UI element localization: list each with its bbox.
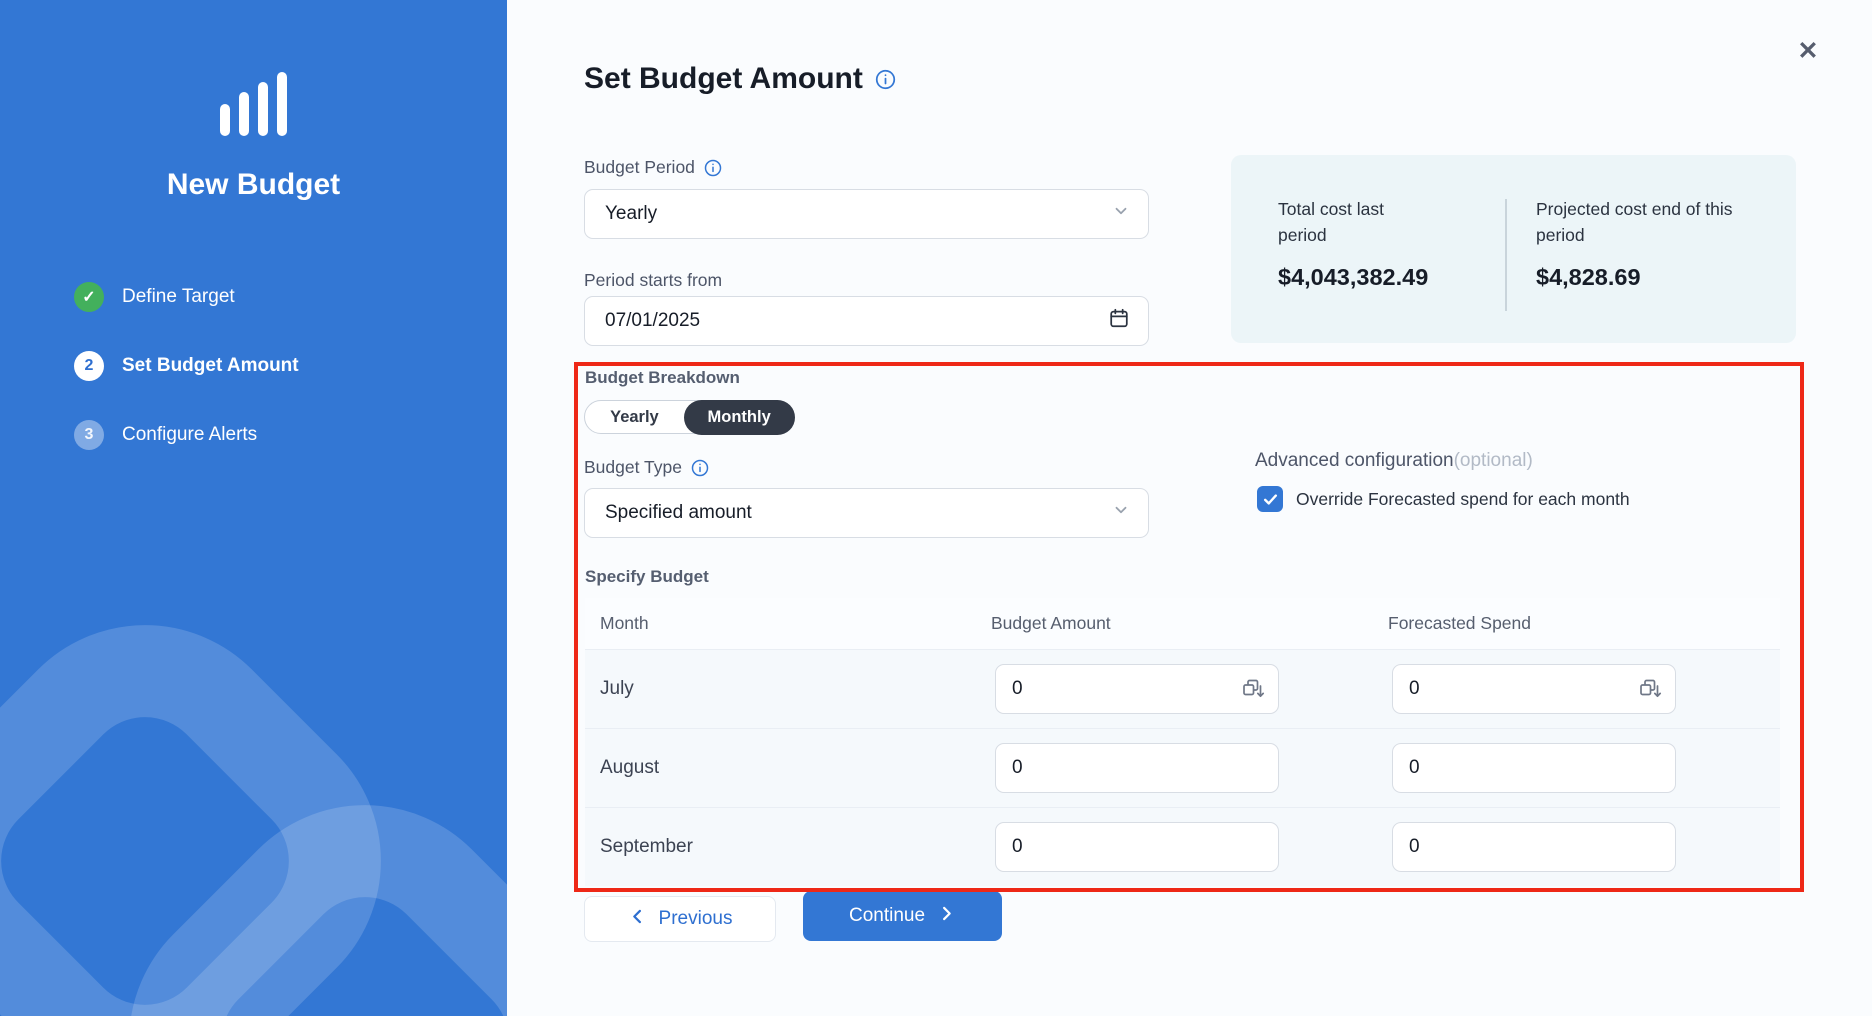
budget-type-label: Budget Type — [584, 457, 709, 478]
budget-type-label-text: Budget Type — [584, 457, 682, 478]
step-number-badge: 3 — [74, 420, 104, 450]
column-header-month: Month — [585, 613, 991, 634]
page-title: Set Budget Amount — [584, 62, 896, 96]
sidebar: New Budget ✓ Define Target 2 Set Budget … — [0, 0, 507, 1016]
info-icon[interactable] — [691, 459, 709, 477]
column-header-forecasted-spend: Forecasted Spend — [1388, 613, 1780, 634]
chevron-down-icon — [1112, 501, 1130, 525]
total-cost-block: Total cost last period $4,043,382.49 — [1278, 196, 1505, 343]
chevron-right-icon — [937, 904, 956, 929]
new-budget-dialog: New Budget ✓ Define Target 2 Set Budget … — [0, 0, 1872, 1016]
chevron-down-icon — [1112, 202, 1130, 226]
period-starts-label: Period starts from — [584, 270, 722, 291]
toggle-option-yearly[interactable]: Yearly — [585, 402, 684, 433]
forecasted-spend-input[interactable] — [1409, 757, 1662, 779]
budget-amount-input[interactable] — [1012, 757, 1265, 779]
forecasted-spend-field — [1392, 664, 1676, 714]
forecasted-spend-field — [1392, 743, 1676, 793]
page-title-text: Set Budget Amount — [584, 62, 863, 96]
chevron-left-icon — [628, 907, 647, 932]
copy-down-icon[interactable] — [1638, 677, 1662, 701]
step-done-check-icon: ✓ — [74, 282, 104, 312]
cost-summary-card: Total cost last period $4,043,382.49 Pro… — [1231, 155, 1796, 343]
step-set-budget-amount[interactable]: 2 Set Budget Amount — [74, 351, 299, 381]
advanced-configuration-label: Advanced configuration(optional) — [1255, 450, 1533, 472]
budget-period-label-text: Budget Period — [584, 157, 695, 178]
month-cell: September — [585, 836, 991, 858]
advanced-configuration-text: Advanced configuration — [1255, 450, 1454, 471]
period-starts-label-text: Period starts from — [584, 270, 722, 291]
previous-button[interactable]: Previous — [584, 896, 776, 942]
month-cell: August — [585, 757, 991, 779]
calendar-icon[interactable] — [1108, 307, 1130, 335]
previous-button-label: Previous — [659, 908, 733, 930]
specify-budget-table: Month Budget Amount Forecasted Spend Jul… — [585, 598, 1780, 886]
info-icon[interactable] — [875, 69, 896, 90]
budget-breakdown-toggle: Yearly Monthly — [584, 400, 794, 434]
budget-period-select[interactable]: Yearly — [584, 189, 1149, 239]
wizard-title: New Budget — [0, 168, 507, 202]
step-define-target[interactable]: ✓ Define Target — [74, 282, 299, 312]
projected-cost-label: Projected cost end of this period — [1536, 196, 1736, 248]
override-forecast-row: Override Forecasted spend for each month — [1257, 486, 1630, 512]
brand-watermark-icon — [0, 606, 507, 1016]
optional-text: (optional) — [1454, 450, 1533, 471]
month-cell: July — [585, 678, 991, 700]
forecasted-spend-field — [1392, 822, 1676, 872]
table-row: August — [585, 729, 1780, 808]
budget-amount-field — [995, 822, 1279, 872]
budget-type-value: Specified amount — [605, 502, 1112, 524]
column-header-budget-amount: Budget Amount — [991, 613, 1388, 634]
override-forecast-checkbox[interactable] — [1257, 486, 1283, 512]
budget-period-value: Yearly — [605, 203, 1112, 225]
projected-cost-value: $4,828.69 — [1536, 264, 1736, 291]
step-label: Configure Alerts — [122, 424, 257, 446]
table-header-row: Month Budget Amount Forecasted Spend — [585, 598, 1780, 650]
continue-button-label: Continue — [849, 905, 925, 927]
budget-amount-input[interactable] — [1012, 678, 1241, 700]
projected-cost-block: Projected cost end of this period $4,828… — [1507, 196, 1736, 343]
toggle-option-monthly[interactable]: Monthly — [684, 400, 795, 435]
total-cost-label: Total cost last period — [1278, 196, 1413, 248]
budget-amount-input[interactable] — [1012, 836, 1265, 858]
forecasted-spend-input[interactable] — [1409, 678, 1638, 700]
override-forecast-label: Override Forecasted spend for each month — [1296, 489, 1630, 510]
step-number-badge: 2 — [74, 351, 104, 381]
info-icon[interactable] — [704, 159, 722, 177]
wizard-steps: ✓ Define Target 2 Set Budget Amount 3 Co… — [74, 282, 299, 489]
budget-breakdown-label: Budget Breakdown — [585, 368, 740, 388]
step-configure-alerts[interactable]: 3 Configure Alerts — [74, 420, 299, 450]
period-starts-field — [584, 296, 1149, 346]
step-label: Define Target — [122, 286, 235, 308]
specify-budget-label: Specify Budget — [585, 567, 709, 587]
bar-chart-logo-icon — [0, 72, 507, 136]
close-icon[interactable]: ✕ — [1791, 34, 1825, 68]
total-cost-value: $4,043,382.49 — [1278, 264, 1505, 291]
forecasted-spend-input[interactable] — [1409, 836, 1662, 858]
budget-period-label: Budget Period — [584, 157, 722, 178]
continue-button[interactable]: Continue — [803, 891, 1002, 941]
budget-amount-field — [995, 664, 1279, 714]
copy-down-icon[interactable] — [1241, 677, 1265, 701]
period-starts-input[interactable] — [605, 310, 1108, 332]
budget-amount-field — [995, 743, 1279, 793]
table-row: July — [585, 650, 1780, 729]
step-label: Set Budget Amount — [122, 355, 299, 377]
budget-type-select[interactable]: Specified amount — [584, 488, 1149, 538]
table-row: September — [585, 808, 1780, 886]
